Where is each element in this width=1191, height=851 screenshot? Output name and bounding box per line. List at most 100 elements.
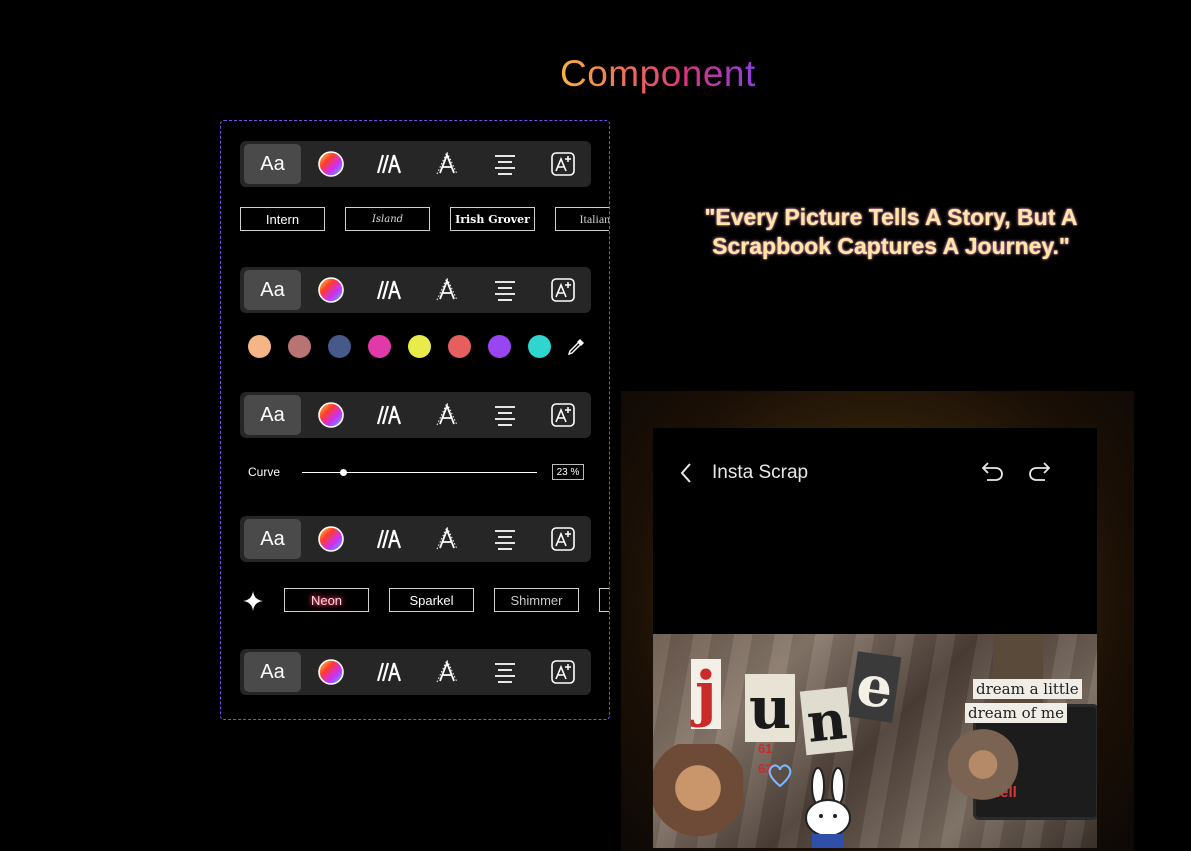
text-toolbar-3: Aa <box>240 392 591 438</box>
text-toolbar-5: Aa <box>240 649 591 695</box>
collage-photo-person <box>943 724 1023 814</box>
text-outline-icon <box>436 659 457 683</box>
text-toolbar-1: Aa <box>240 141 591 187</box>
color-wheel-icon <box>317 402 344 428</box>
color-wheel-icon <box>317 277 344 303</box>
color-button[interactable] <box>302 652 359 692</box>
letter-spacing-icon <box>376 662 401 682</box>
align-center-icon <box>494 663 515 683</box>
align-center-icon <box>494 530 515 550</box>
color-button[interactable] <box>302 270 359 310</box>
font-chip-irish-grover[interactable]: Irish Grover <box>450 207 535 231</box>
app-screen: Insta Scrap j u n e dream a little dream… <box>653 428 1097 848</box>
scrapbook-collage[interactable]: j u n e dream a little dream of me 61 63… <box>653 634 1097 848</box>
text-effects-icon <box>550 152 575 176</box>
font-button[interactable]: Aa <box>244 519 301 559</box>
font-chip-intern[interactable]: Intern <box>240 207 325 231</box>
component-panel: Aa Intern Island Irish Grover Italian a A… <box>220 120 610 720</box>
spacing-button[interactable] <box>360 519 417 559</box>
eyedropper-icon[interactable] <box>566 337 586 357</box>
outline-button[interactable] <box>418 652 475 692</box>
spacing-button[interactable] <box>360 395 417 435</box>
effects-button[interactable] <box>534 652 591 692</box>
align-center-icon <box>494 406 515 426</box>
letter-spacing-icon <box>376 154 401 174</box>
align-button[interactable] <box>476 652 533 692</box>
back-icon[interactable] <box>679 462 693 484</box>
quote-text: "Every Picture Tells A Story, But A Scra… <box>704 204 1078 259</box>
align-center-icon <box>494 281 515 301</box>
effect-chip-more[interactable] <box>599 588 609 612</box>
text-toolbar-4: Aa <box>240 516 591 562</box>
heart-doodle-icon <box>768 764 792 788</box>
app-title: Insta Scrap <box>712 462 809 483</box>
font-label: Aa <box>260 152 285 175</box>
align-button[interactable] <box>476 519 533 559</box>
align-button[interactable] <box>476 395 533 435</box>
font-button[interactable]: Aa <box>244 144 301 184</box>
align-center-icon <box>494 155 515 175</box>
letter-spacing-icon <box>376 529 401 549</box>
color-button[interactable] <box>302 144 359 184</box>
color-swatch[interactable] <box>528 335 551 358</box>
effects-button[interactable] <box>534 519 591 559</box>
curve-slider-thumb[interactable] <box>339 469 347 476</box>
color-swatch[interactable] <box>488 335 511 358</box>
collage-letter: e <box>848 651 902 723</box>
redo-icon[interactable] <box>1027 460 1051 482</box>
color-button[interactable] <box>302 395 359 435</box>
align-button[interactable] <box>476 144 533 184</box>
collage-letter: n <box>799 686 854 756</box>
text-outline-icon <box>436 151 457 175</box>
curve-label: Curve <box>248 465 281 479</box>
letter-spacing-icon <box>376 280 401 300</box>
color-swatch[interactable] <box>448 335 471 358</box>
spacing-button[interactable] <box>360 652 417 692</box>
curve-slider-track[interactable] <box>302 472 537 473</box>
collage-caption-1: dream a little <box>973 679 1082 699</box>
color-swatch[interactable] <box>368 335 391 358</box>
text-outline-icon <box>436 277 457 301</box>
outline-button[interactable] <box>418 519 475 559</box>
color-swatch[interactable] <box>288 335 311 358</box>
color-wheel-icon <box>317 526 344 552</box>
effect-chip-shimmer[interactable]: Shimmer <box>494 588 579 612</box>
font-button[interactable]: Aa <box>244 270 301 310</box>
color-wheel-icon <box>317 151 344 177</box>
sparkle-icon <box>243 591 263 611</box>
outline-button[interactable] <box>418 144 475 184</box>
font-chip-italiana[interactable]: Italiana <box>555 207 609 231</box>
color-button[interactable] <box>302 519 359 559</box>
effects-button[interactable] <box>534 144 591 184</box>
text-toolbar-2: Aa <box>240 267 591 313</box>
text-outline-icon <box>436 402 457 426</box>
text-effects-icon <box>550 527 575 551</box>
effects-button[interactable] <box>534 270 591 310</box>
color-wheel-icon <box>317 659 344 685</box>
spacing-button[interactable] <box>360 270 417 310</box>
letter-spacing-icon <box>376 405 401 425</box>
font-button[interactable]: Aa <box>244 652 301 692</box>
font-label: Aa <box>260 660 285 683</box>
color-swatch[interactable] <box>328 335 351 358</box>
page-title: Component <box>560 53 756 94</box>
collage-letter: u <box>745 674 796 742</box>
curve-value[interactable]: 23 % <box>552 464 584 480</box>
effect-chip-neon[interactable]: Neon <box>284 588 369 612</box>
color-swatch[interactable] <box>248 335 271 358</box>
collage-photo-person <box>653 744 743 848</box>
outline-button[interactable] <box>418 395 475 435</box>
outline-button[interactable] <box>418 270 475 310</box>
text-effects-icon <box>550 660 575 684</box>
text-outline-icon <box>436 526 457 550</box>
bunny-sticker-icon <box>805 767 851 848</box>
spacing-button[interactable] <box>360 144 417 184</box>
font-chip-island[interactable]: Island <box>345 207 430 231</box>
effects-button[interactable] <box>534 395 591 435</box>
collage-letter: j <box>691 659 721 729</box>
align-button[interactable] <box>476 270 533 310</box>
font-button[interactable]: Aa <box>244 395 301 435</box>
effect-chip-sparkel[interactable]: Sparkel <box>389 588 474 612</box>
color-swatch[interactable] <box>408 335 431 358</box>
undo-icon[interactable] <box>981 460 1005 482</box>
